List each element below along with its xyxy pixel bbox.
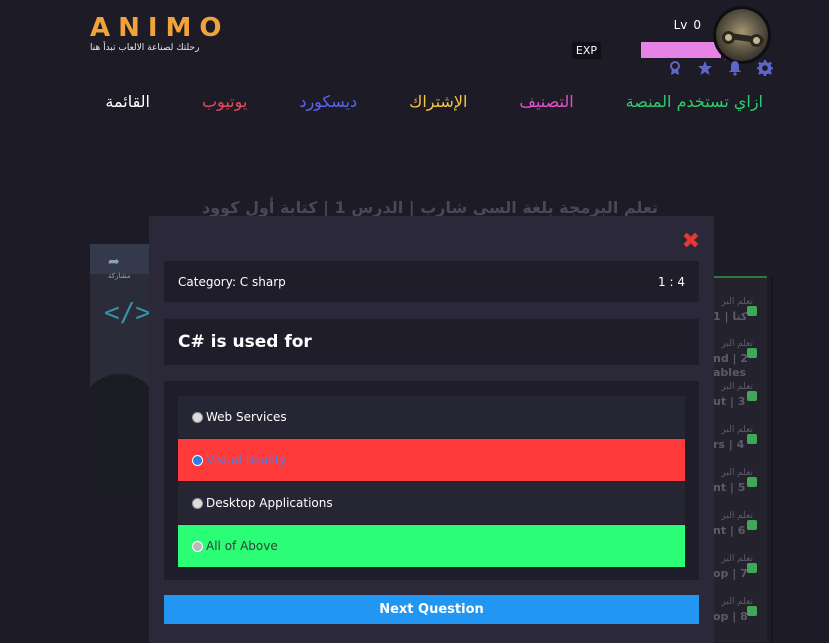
level-value: 0 (693, 18, 701, 32)
header-icon-bar (667, 60, 773, 76)
nav-ranking[interactable]: التصنيف (519, 92, 573, 111)
answer-option[interactable]: Desktop Applications (178, 482, 685, 524)
share-label: مشاركة (108, 272, 131, 280)
lesson-list: تعلم البر 1 | كتا تعلم البر nd | 2 ables… (713, 276, 767, 643)
code-icon: </> (104, 298, 150, 328)
lesson-item[interactable]: تعلم البر 1 | كتا (713, 294, 767, 334)
lesson-checkbox[interactable] (747, 477, 757, 487)
star-icon[interactable] (697, 60, 713, 76)
lesson-checkbox[interactable] (747, 606, 757, 616)
lesson-checkbox[interactable] (747, 434, 757, 444)
avatar-image (716, 9, 768, 61)
quiz-category: Category: C sharp (178, 274, 286, 289)
answer-option-correct[interactable]: All of Above (178, 525, 685, 567)
nav-how-to-use[interactable]: ازاي تستخدم المنصة (626, 92, 763, 111)
main-nav: القائمة يوتيوب ديسكورد الإشتراك التصنيف … (105, 92, 763, 111)
site-logo[interactable]: ANIMO رحلتك لصناعة الالعاب تبدأ هنا (90, 14, 230, 53)
radio-icon[interactable] (192, 497, 203, 509)
logo-tagline: رحلتك لصناعة الالعاب تبدأ هنا (90, 43, 200, 53)
exp-label: EXP (571, 42, 601, 59)
nav-subscription[interactable]: الإشتراك (409, 92, 467, 111)
lesson-title: تعلم البرمجة بلغة السي شارب | الدرس 1 | … (202, 198, 658, 217)
logo-text: ANIMO (90, 13, 230, 43)
quiz-progress: 1 : 4 (658, 274, 685, 289)
share-icon[interactable]: ➦ (108, 254, 120, 270)
answer-label: Visual Reality (206, 453, 287, 467)
scrollbar[interactable] (771, 276, 773, 643)
thumbnail-person (90, 374, 150, 500)
lesson-item[interactable]: تعلم البر op | 7 (713, 551, 767, 591)
radio-icon[interactable] (192, 411, 203, 423)
level-label: Lv (673, 18, 688, 32)
answer-label: All of Above (206, 539, 278, 553)
lesson-item[interactable]: تعلم البر ut | 3 (713, 379, 767, 419)
lesson-checkbox[interactable] (747, 520, 757, 530)
answer-label: Web Services (206, 410, 287, 424)
video-thumbnail[interactable]: ➦ مشاركة </> (90, 244, 150, 500)
exp-progress-bar (641, 42, 721, 58)
answer-list: Web Services Visual Reality Desktop Appl… (164, 381, 699, 580)
answer-option[interactable]: Web Services (178, 396, 685, 438)
quiz-question: C# is used for (164, 319, 699, 365)
avatar[interactable] (713, 6, 771, 64)
answer-option-wrong[interactable]: Visual Reality (178, 439, 685, 481)
nav-menu[interactable]: القائمة (105, 92, 150, 111)
medal-icon[interactable] (667, 60, 683, 76)
lesson-checkbox[interactable] (747, 563, 757, 573)
lesson-checkbox[interactable] (747, 306, 757, 316)
level-indicator: Lv 0 (674, 18, 701, 32)
radio-icon[interactable] (192, 454, 203, 466)
lesson-item[interactable]: تعلم البر op | 8 (713, 594, 767, 634)
quiz-info-bar: Category: C sharp 1 : 4 (164, 261, 699, 302)
lesson-checkbox[interactable] (747, 391, 757, 401)
next-question-button[interactable]: Next Question (164, 595, 699, 624)
answer-label: Desktop Applications (206, 496, 333, 510)
nav-youtube[interactable]: يوتيوب (202, 92, 247, 111)
quiz-modal: ✖ Category: C sharp 1 : 4 C# is used for… (149, 216, 714, 643)
radio-icon[interactable] (192, 540, 203, 552)
question-text: C# is used for (178, 332, 312, 352)
close-icon[interactable]: ✖ (682, 231, 700, 253)
gear-icon[interactable] (757, 60, 773, 76)
lesson-item[interactable]: تعلم البر rs | 4 (713, 422, 767, 462)
lesson-item[interactable]: تعلم البر nt | 5 (713, 465, 767, 505)
nav-discord[interactable]: ديسكورد (299, 92, 357, 111)
bell-icon[interactable] (727, 60, 743, 76)
lesson-item[interactable]: تعلم البر nt | 6 (713, 508, 767, 548)
